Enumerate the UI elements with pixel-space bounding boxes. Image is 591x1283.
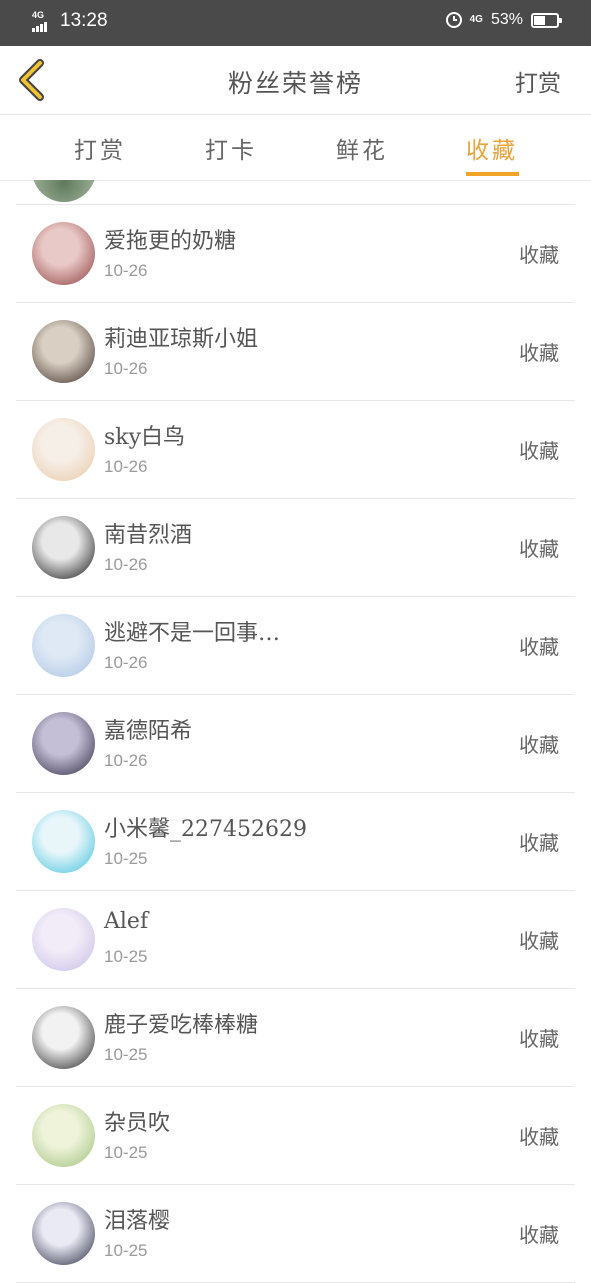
list-item[interactable]: 嘉德陌希 10-26 收藏	[16, 695, 575, 793]
signal-icon: 4G	[32, 10, 52, 32]
battery-fill	[534, 15, 545, 25]
action-label: 收藏	[519, 439, 559, 463]
avatar[interactable]	[32, 712, 95, 775]
list-item[interactable]: sky白鸟 10-26 收藏	[16, 401, 575, 499]
action-label: 收藏	[519, 537, 559, 561]
action-label: 收藏	[519, 243, 559, 267]
item-date: 10-26	[104, 457, 148, 476]
item-date: 10-25	[104, 1241, 148, 1260]
nav-header: 粉丝荣誉榜 打赏	[0, 46, 591, 115]
battery-icon	[531, 12, 562, 28]
network-type-right: 4G	[469, 14, 483, 25]
avatar[interactable]	[32, 810, 95, 873]
alarm-icon	[445, 12, 462, 28]
avatar[interactable]	[32, 1202, 95, 1265]
list-item[interactable]: 泪落樱 10-25 收藏	[16, 1185, 575, 1283]
action-label: 收藏	[519, 635, 559, 659]
list-item[interactable]: Alef 10-25 收藏	[16, 891, 575, 989]
action-label: 收藏	[519, 1125, 559, 1149]
user-name: 逃避不是一回事…	[104, 621, 281, 646]
item-date: 10-25	[104, 1143, 148, 1162]
action-label: 收藏	[519, 341, 559, 365]
list-item[interactable]: 莉迪亚琼斯小姐 10-26 收藏	[16, 303, 575, 401]
item-date: 10-25	[104, 849, 148, 868]
tab-flowers[interactable]: 鲜花	[336, 131, 388, 165]
list-item[interactable]: 杂员吹 10-25 收藏	[16, 1087, 575, 1185]
action-label: 收藏	[519, 1223, 559, 1247]
user-name: 南昔烈酒	[104, 523, 193, 548]
status-left: 4G 13:28	[32, 10, 108, 32]
user-name: 嘉德陌希	[104, 719, 193, 744]
fan-list[interactable]: 爱拖更的奶糖 10-26 收藏 莉迪亚琼斯小姐 10-26 收藏 sky白鸟 10-26 收藏南…	[0, 180, 591, 1283]
tab-reward[interactable]: 打赏	[74, 131, 126, 165]
user-name: 莉迪亚琼斯小姐	[104, 327, 259, 352]
page-title: 粉丝荣誉榜	[227, 69, 363, 98]
active-tab-indicator	[466, 172, 519, 176]
item-date: 10-26	[104, 261, 148, 280]
action-label: 收藏	[519, 1027, 559, 1051]
user-name: sky白鸟	[104, 425, 186, 450]
list-item-partial	[16, 180, 575, 205]
user-name: 鹿子爱吃棒棒糖	[104, 1013, 259, 1038]
action-label: 收藏	[519, 831, 559, 855]
item-date: 10-26	[104, 359, 148, 378]
item-date: 10-26	[104, 555, 148, 574]
user-name: Alef	[104, 909, 149, 934]
avatar	[32, 180, 96, 202]
item-date: 10-25	[104, 947, 148, 966]
list-item[interactable]: 逃避不是一回事… 10-26 收藏	[16, 597, 575, 695]
status-bar: 4G 13:28 4G 53%	[0, 0, 591, 46]
tab-checkin[interactable]: 打卡	[205, 131, 257, 165]
avatar[interactable]	[32, 908, 95, 971]
clock: 13:28	[60, 10, 108, 31]
avatar[interactable]	[32, 222, 95, 285]
status-right: 4G 53%	[445, 11, 562, 29]
list-item[interactable]: 爱拖更的奶糖 10-26 收藏	[16, 205, 575, 303]
user-name: 杂员吹	[104, 1111, 171, 1136]
avatar[interactable]	[32, 516, 95, 579]
item-date: 10-25	[104, 1045, 148, 1064]
battery-percent: 53%	[490, 11, 523, 28]
avatar[interactable]	[32, 320, 95, 383]
item-date: 10-26	[104, 653, 148, 672]
item-date: 10-26	[104, 751, 148, 770]
avatar[interactable]	[32, 1104, 95, 1167]
avatar[interactable]	[32, 418, 95, 481]
user-name: 小米馨_227452629	[104, 817, 307, 842]
list-item[interactable]: 南昔烈酒 10-26 收藏	[16, 499, 575, 597]
network-type: 4G	[32, 10, 45, 20]
list-item[interactable]: 小米馨_227452629 10-25 收藏	[16, 793, 575, 891]
action-label: 收藏	[519, 733, 559, 757]
user-name: 泪落樱	[104, 1209, 171, 1234]
action-label: 收藏	[519, 929, 559, 953]
avatar[interactable]	[32, 614, 95, 677]
tab-favorites[interactable]: 收藏	[466, 131, 518, 165]
reward-button[interactable]: 打赏	[515, 64, 561, 98]
list-item[interactable]: 鹿子爱吃棒棒糖 10-25 收藏	[16, 989, 575, 1087]
avatar[interactable]	[32, 1006, 95, 1069]
user-name: 爱拖更的奶糖	[104, 229, 237, 254]
